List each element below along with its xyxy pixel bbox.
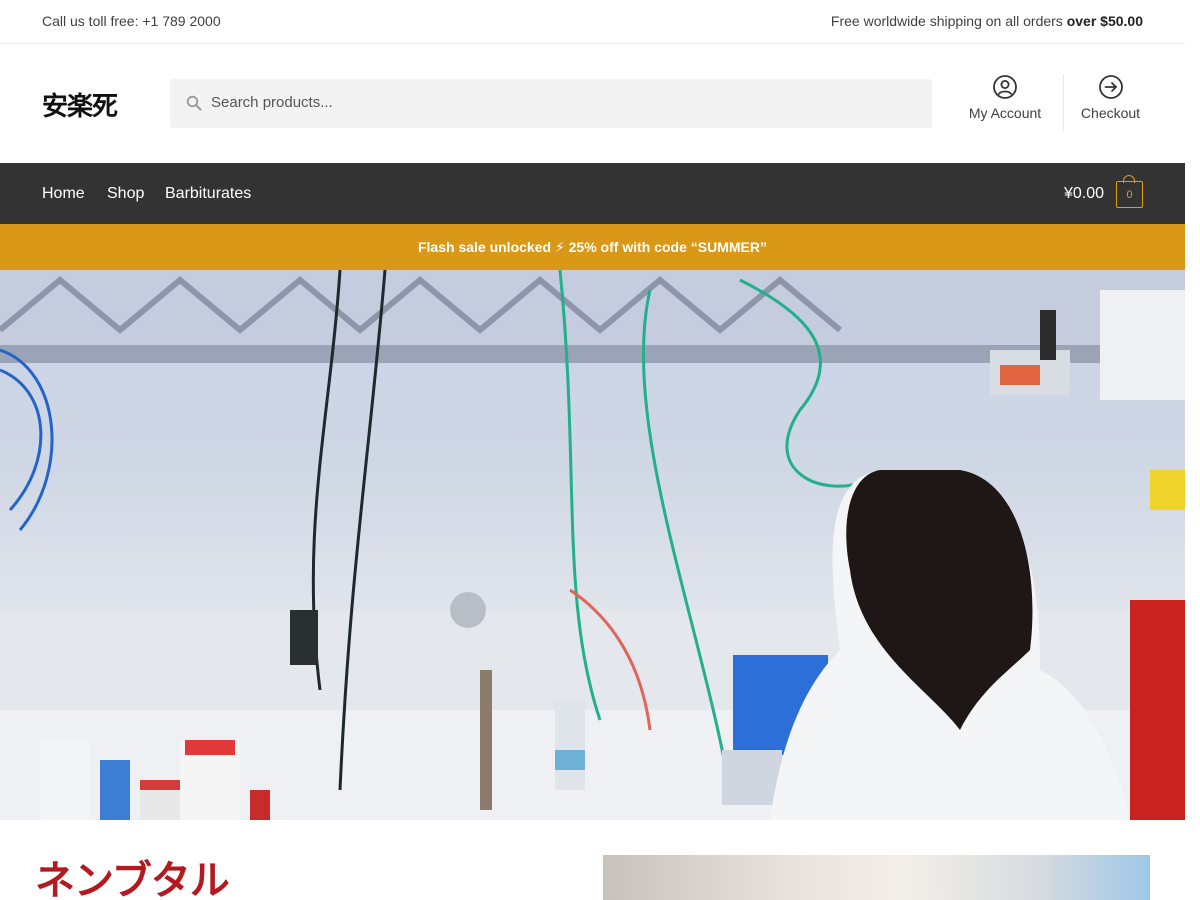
hero-lab-illustration (0, 270, 1185, 820)
nav-item-home[interactable]: Home (42, 185, 85, 203)
cart-total[interactable]: ¥0.00 (1064, 185, 1104, 203)
promo-banner: Flash sale unlocked ⚡ 25% off with code … (0, 224, 1185, 270)
product-image[interactable] (603, 855, 1150, 900)
site-logo[interactable]: 安楽死 (42, 86, 118, 123)
top-bar: Call us toll free: +1 789 2000 Free worl… (0, 0, 1185, 44)
header-divider (1063, 74, 1064, 131)
cart-count-badge[interactable]: 0 (1116, 181, 1143, 208)
search-bar[interactable]: Search products... (170, 79, 932, 128)
checkout-link[interactable]: Checkout (1073, 74, 1148, 121)
my-account-link[interactable]: My Account (960, 74, 1050, 121)
search-input[interactable]: Search products... (211, 94, 333, 111)
product-title[interactable]: ネンブタル (35, 848, 230, 900)
site-header: 安楽死 Search products... My Account Checko… (0, 44, 1185, 163)
shipping-text: Free worldwide shipping on all orders (830, 13, 1067, 29)
shipping-notice: Free worldwide shipping on all orders ov… (831, 13, 1143, 29)
main-nav: Home Shop Barbiturates ¥0.00 0 (0, 163, 1185, 224)
shipping-threshold: over $50.00 (1066, 13, 1143, 29)
checkout-label: Checkout (1080, 105, 1141, 121)
nav-item-barbiturates[interactable]: Barbiturates (165, 185, 251, 203)
account-label: My Account (968, 105, 1042, 121)
nav-item-shop[interactable]: Shop (107, 185, 144, 203)
search-icon (186, 95, 202, 111)
checkout-arrow-icon (1098, 75, 1123, 99)
phone-text: Call us toll free: +1 789 2000 (42, 13, 221, 29)
account-icon (993, 75, 1017, 99)
hero-image (0, 270, 1185, 820)
